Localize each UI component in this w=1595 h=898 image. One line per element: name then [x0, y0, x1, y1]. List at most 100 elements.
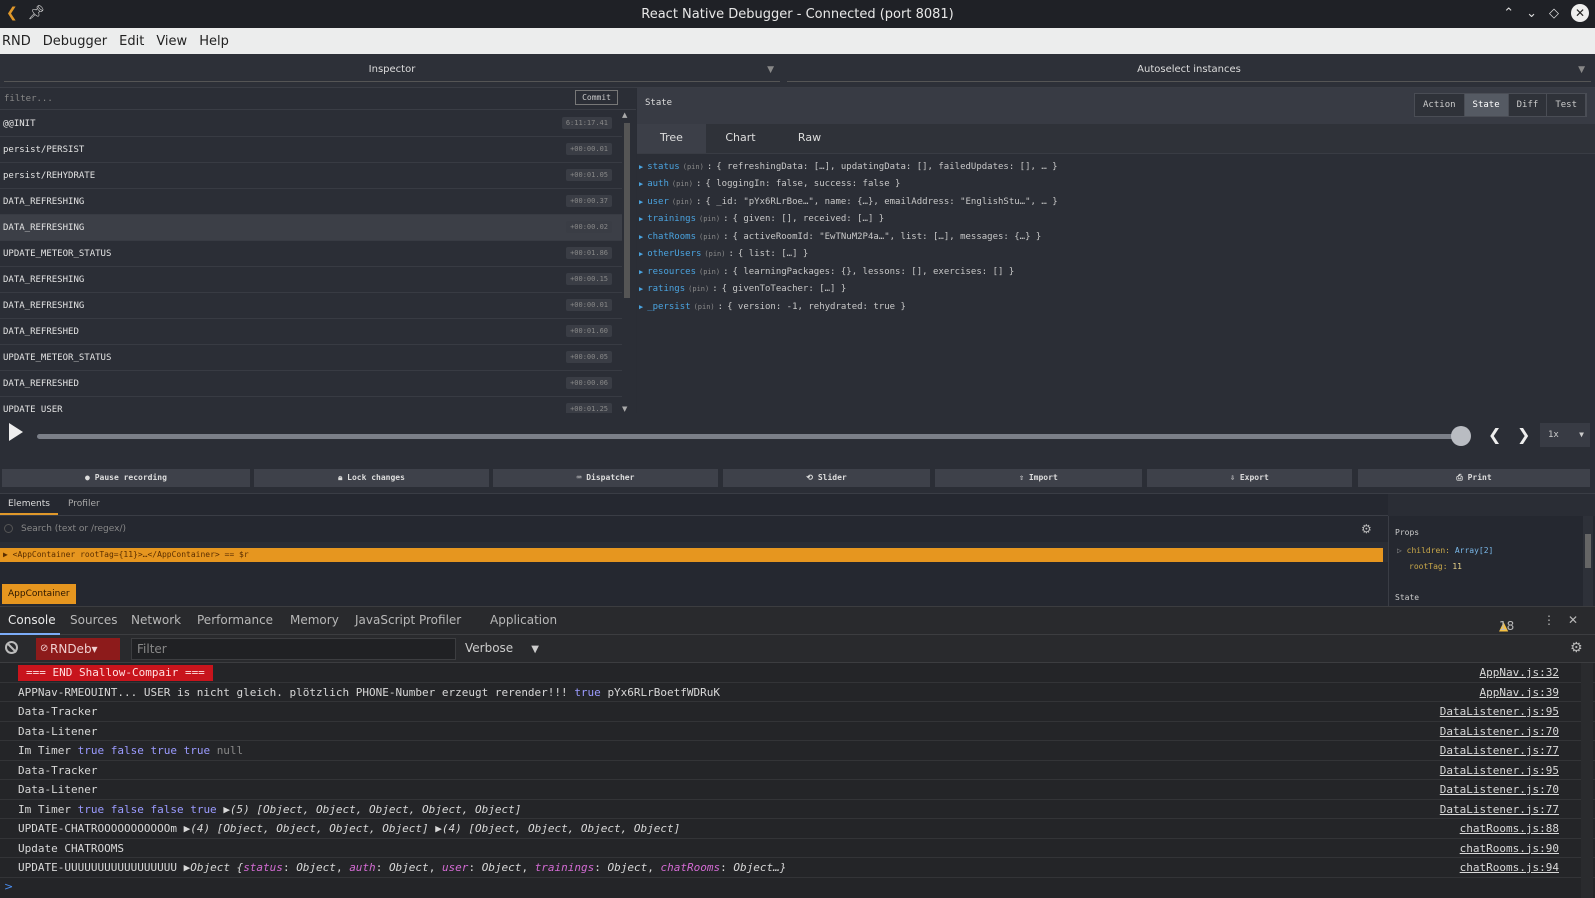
action-filter-input[interactable]: filter...	[4, 94, 53, 104]
monitor-button-state[interactable]: State	[1464, 94, 1509, 116]
scrollbar-thumb[interactable]	[1585, 534, 1591, 568]
context-select[interactable]: ⊘ RNDeb▾	[36, 638, 120, 660]
console-prompt[interactable]: >	[4, 880, 13, 893]
expand-arrow-icon[interactable]: ▶	[639, 233, 643, 241]
pause-recording-button[interactable]: ● Pause recording	[2, 469, 250, 487]
tab-tree[interactable]: Tree	[637, 124, 706, 153]
pin-label[interactable]: (pin)	[688, 285, 709, 293]
lock-changes-button[interactable]: 🔒︎ Lock changes	[254, 469, 489, 487]
breadcrumb[interactable]: AppContainer	[2, 584, 76, 604]
pin-label[interactable]: (pin)	[699, 233, 720, 241]
source-link[interactable]: DataListener.js:77	[1440, 741, 1559, 760]
tab-application[interactable]: Application	[490, 613, 557, 627]
monitor-button-test[interactable]: Test	[1547, 94, 1586, 116]
inspector-selector[interactable]: Inspector ▼	[4, 60, 780, 82]
console-object[interactable]: ▶(4) [Object, Object, Object, Object] ▶(…	[184, 822, 681, 835]
element-tree-row[interactable]: ▶ <AppContainer rootTag={11}>…</AppConta…	[0, 548, 1383, 562]
source-link[interactable]: DataListener.js:70	[1440, 722, 1559, 741]
action-list-scrollbar[interactable]: ▲ ▼	[622, 111, 632, 413]
source-link[interactable]: DataListener.js:77	[1440, 800, 1559, 819]
source-link[interactable]: DataListener.js:95	[1440, 761, 1559, 780]
action-row[interactable]: DATA_REFRESHING +00:00.15	[0, 267, 622, 293]
action-row[interactable]: UPDATE_USER +00:01.25	[0, 397, 622, 413]
menu-rnd[interactable]: RND	[2, 34, 31, 49]
import-button[interactable]: ⇧ Import	[935, 469, 1142, 487]
source-link[interactable]: chatRooms.js:88	[1460, 819, 1559, 838]
instance-selector[interactable]: Autoselect instances ▼	[787, 60, 1591, 82]
pin-label[interactable]: (pin)	[699, 215, 720, 223]
minimize-icon[interactable]: ⌄	[1526, 6, 1537, 21]
menu-help[interactable]: Help	[199, 34, 229, 49]
source-link[interactable]: chatRooms.js:90	[1460, 839, 1559, 858]
pin-label[interactable]: (pin)	[694, 303, 715, 311]
commit-button[interactable]: Commit	[575, 90, 618, 105]
pin-label[interactable]: (pin)	[672, 180, 693, 188]
monitor-button-action[interactable]: Action	[1415, 94, 1465, 116]
state-tree-node[interactable]: ▶ resources (pin):{ learningPackages: {}, …	[637, 263, 1595, 281]
console-filter-input[interactable]: Filter	[131, 638, 456, 660]
tab-javascript-profiler[interactable]: JavaScript Profiler	[355, 613, 461, 627]
play-icon[interactable]	[9, 423, 23, 441]
menu-debugger[interactable]: Debugger	[43, 34, 107, 49]
tab-performance[interactable]: Performance	[197, 613, 273, 627]
pin-label[interactable]: (pin)	[672, 198, 693, 206]
export-button[interactable]: ⇩ Export	[1147, 469, 1352, 487]
menu-edit[interactable]: Edit	[119, 34, 144, 49]
tab-sources[interactable]: Sources	[70, 613, 117, 627]
props-scrollbar[interactable]	[1583, 516, 1593, 606]
timeline-slider[interactable]	[37, 434, 1462, 439]
playback-speed-select[interactable]: 1x ▼	[1540, 423, 1590, 447]
state-tree-node[interactable]: ▶ user (pin):{ _id: "pYx6RLrBoe…", name: {…	[637, 193, 1595, 211]
action-row[interactable]: @@INIT 6:11:17.41	[0, 111, 622, 137]
expand-arrow-icon[interactable]: ▶	[639, 285, 643, 293]
action-row[interactable]: UPDATE_METEOR_STATUS +00:01.86	[0, 241, 622, 267]
action-row[interactable]: DATA_REFRESHING +00:00.01	[0, 293, 622, 319]
dispatcher-button[interactable]: ⌨ Dispatcher	[493, 469, 718, 487]
maximize-icon[interactable]: ◇	[1549, 6, 1559, 21]
clear-console-icon[interactable]	[5, 641, 18, 654]
action-row[interactable]: persist/PERSIST +00:00.01	[0, 137, 622, 163]
tab-raw[interactable]: Raw	[775, 124, 844, 153]
expand-arrow-icon[interactable]: ▶	[639, 198, 643, 206]
close-window-button[interactable]: ✕	[1571, 4, 1589, 22]
state-tree-node[interactable]: ▶ otherUsers (pin):{ list: […] }	[637, 246, 1595, 264]
state-tree-node[interactable]: ▶ chatRooms (pin):{ activeRoomId: "EwTNuM2…	[637, 228, 1595, 246]
console-object[interactable]: ▶(5) [Object, Object, Object, Object, Ob…	[223, 803, 521, 816]
action-row[interactable]: DATA_REFRESHING +00:00.37	[0, 189, 622, 215]
state-tree-node[interactable]: ▶ _persist (pin):{ version: -1, rehydrated…	[637, 298, 1595, 316]
prop-children[interactable]: ▷ children: Array[2]	[1397, 546, 1493, 555]
expand-arrow-icon[interactable]: ▶	[639, 215, 643, 223]
log-level-select[interactable]: Verbose ▼	[465, 641, 539, 655]
elements-search-input[interactable]: Search (text or /regex/)	[21, 524, 126, 534]
slider-handle[interactable]	[1451, 426, 1471, 446]
tab-chart[interactable]: Chart	[706, 124, 775, 153]
print-button[interactable]: ⎙ Print	[1358, 469, 1590, 487]
menu-view[interactable]: View	[156, 34, 187, 49]
expand-arrow-icon[interactable]: ▶	[639, 250, 643, 258]
gear-icon[interactable]: ⚙	[1361, 522, 1372, 536]
expand-arrow-icon[interactable]: ▶	[639, 163, 643, 171]
expand-arrow-icon[interactable]: ▶	[639, 180, 643, 188]
scroll-down-icon[interactable]: ▼	[622, 405, 627, 413]
next-action-icon[interactable]: ❯	[1517, 425, 1530, 444]
scroll-up-icon[interactable]: ▲	[622, 111, 627, 119]
action-row[interactable]: UPDATE_METEOR_STATUS +00:00.05	[0, 345, 622, 371]
tab-memory[interactable]: Memory	[290, 613, 339, 627]
expand-arrow-icon[interactable]: ▶	[639, 303, 643, 311]
slider-button[interactable]: ⟲ Slider	[723, 469, 930, 487]
source-link[interactable]: AppNav.js:32	[1480, 663, 1559, 682]
tab-elements[interactable]: Elements	[8, 499, 50, 509]
source-link[interactable]: DataListener.js:70	[1440, 780, 1559, 799]
close-icon[interactable]: ✕	[1568, 613, 1578, 627]
state-tree-node[interactable]: ▶ status (pin):{ refreshingData: […], upda…	[637, 158, 1595, 176]
state-tree-node[interactable]: ▶ auth (pin):{ loggingIn: false, success: …	[637, 176, 1595, 194]
pin-label[interactable]: (pin)	[704, 250, 725, 258]
action-row[interactable]: DATA_REFRESHED +00:01.60	[0, 319, 622, 345]
monitor-button-diff[interactable]: Diff	[1508, 94, 1548, 116]
scrollbar-thumb[interactable]	[624, 123, 630, 298]
pin-label[interactable]: (pin)	[699, 268, 720, 276]
previous-action-icon[interactable]: ❮	[1488, 425, 1501, 444]
action-row[interactable]: DATA_REFRESHED +00:00.06	[0, 371, 622, 397]
action-row[interactable]: DATA_REFRESHING +00:00.02	[0, 215, 622, 241]
tab-network[interactable]: Network	[131, 613, 181, 627]
